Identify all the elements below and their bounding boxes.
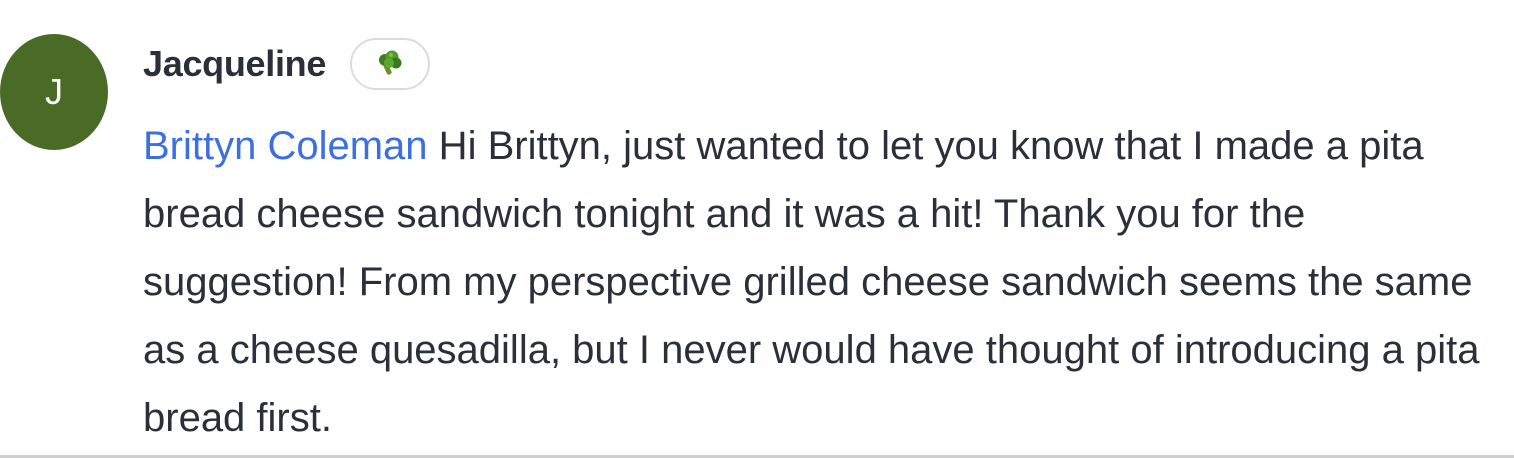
broccoli-icon	[379, 50, 402, 75]
avatar-initial: J	[45, 71, 63, 112]
comment-text: Hi Brittyn, just wanted to let you know …	[143, 124, 1480, 440]
comment-body: Brittyn Coleman Hi Brittyn, just wanted …	[143, 112, 1503, 452]
user-badge[interactable]	[350, 38, 431, 90]
comment-header: Jacqueline	[143, 38, 431, 90]
avatar[interactable]: J	[0, 34, 108, 150]
author-name[interactable]: Jacqueline	[143, 43, 326, 85]
comment-card: J Jacqueline Brittyn Coleman Hi Brittyn,…	[0, 0, 1514, 458]
mention-link[interactable]: Brittyn Coleman	[143, 124, 428, 168]
